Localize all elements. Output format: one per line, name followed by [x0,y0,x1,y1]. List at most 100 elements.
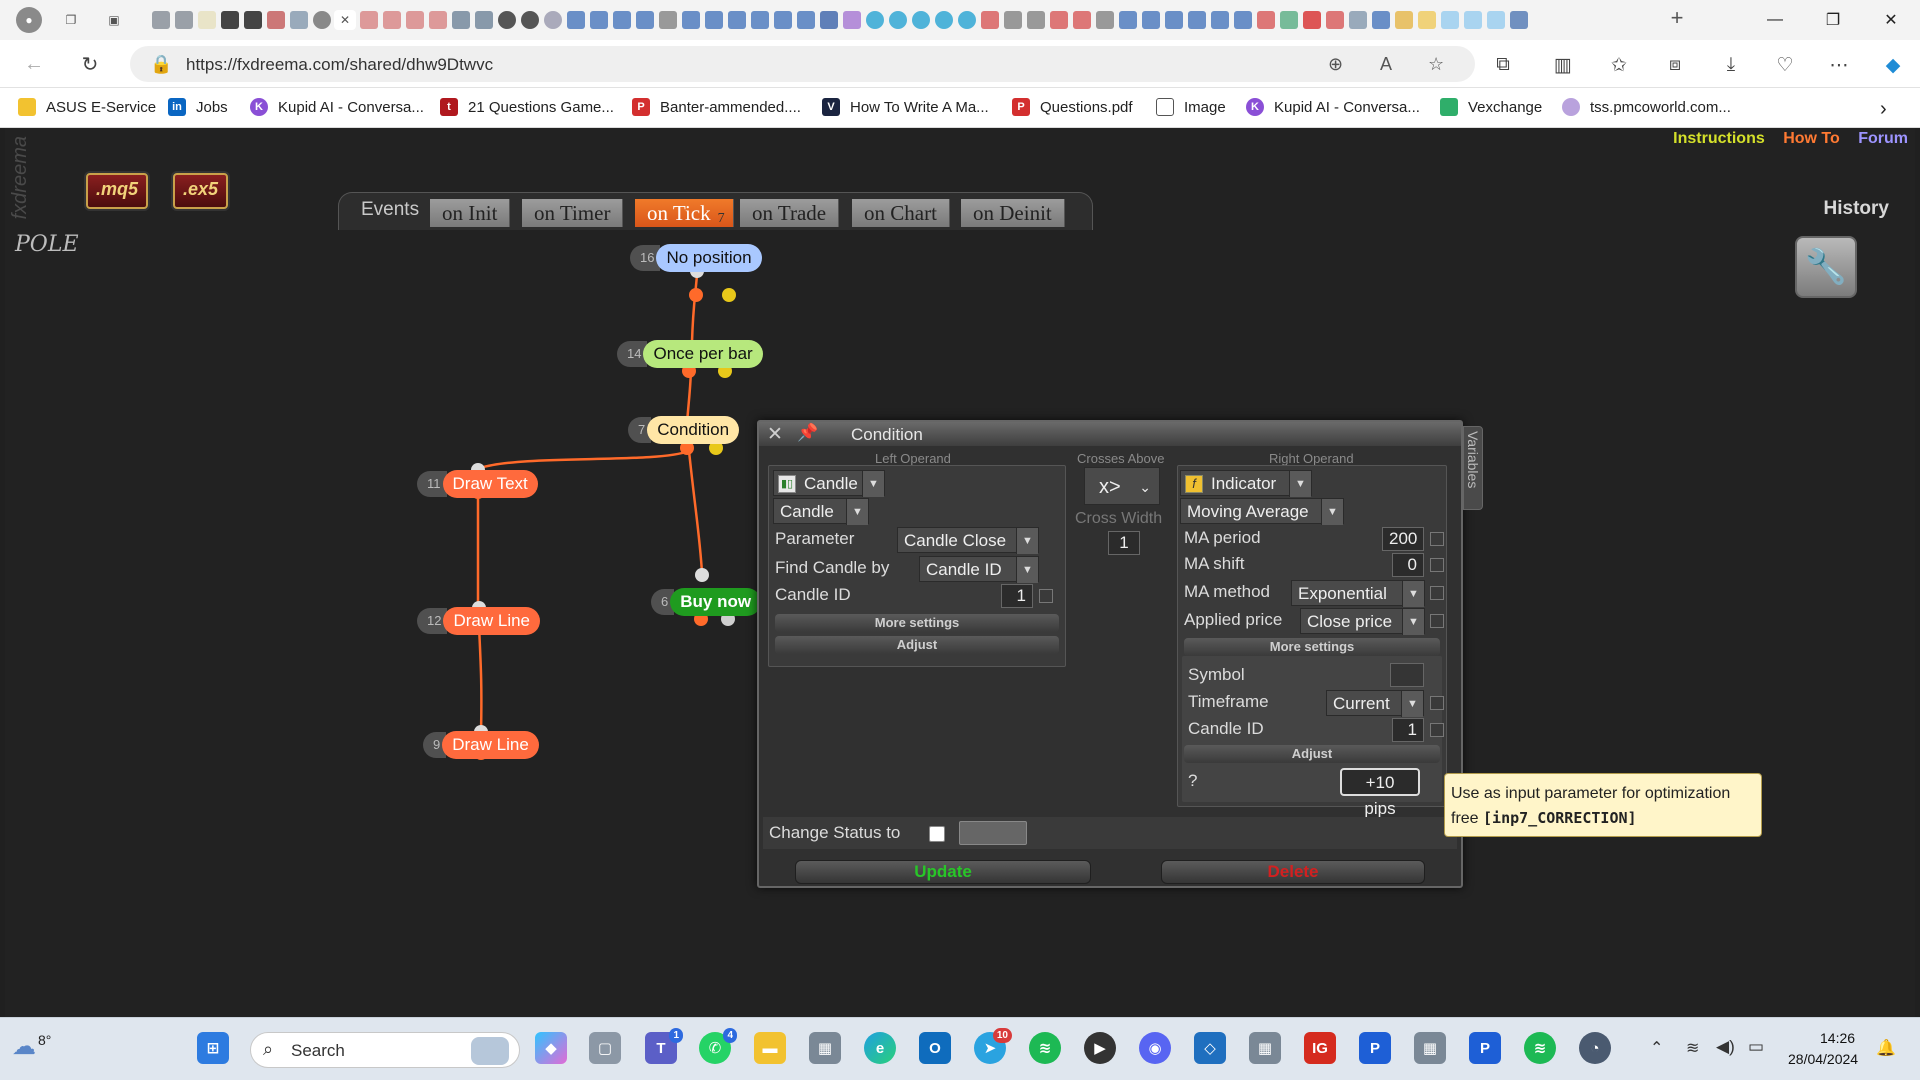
outlook-icon[interactable]: O [919,1032,951,1064]
tab-favicon[interactable] [911,11,930,29]
bookmark-item[interactable]: in Jobs [168,98,228,116]
applied-price-dropdown[interactable]: Close price ▼ [1300,608,1425,635]
bookmark-item[interactable]: P Questions.pdf [1012,98,1133,116]
tab-favicon[interactable] [1279,11,1298,29]
taskbar-search[interactable]: ⌕ Search [250,1032,520,1068]
tab-favicon[interactable] [151,11,170,29]
bookmark-item[interactable]: Image [1156,98,1226,116]
close-button[interactable]: ✕ [1862,0,1920,40]
tab-favicon[interactable] [197,11,216,29]
tab-favicon[interactable] [934,11,953,29]
block-once-per-bar[interactable]: 14 Once per bar [617,340,763,368]
tab-favicon[interactable] [474,11,493,29]
refresh-icon[interactable]: ↻ [74,48,106,80]
file-explorer-icon[interactable]: ▬ [754,1032,786,1064]
tab-favicon[interactable] [1141,11,1160,29]
left-more-settings-button[interactable]: More settings [775,614,1059,632]
bookmark-item[interactable]: K Kupid AI - Conversa... [1246,98,1420,116]
wifi-icon[interactable]: ≋ [1686,1038,1699,1058]
read-aloud-icon[interactable]: A [1380,54,1392,75]
tab-actions-icon[interactable]: ▣ [104,10,124,30]
tab-favicon[interactable] [1302,11,1321,29]
ma-shift-optimize-checkbox[interactable] [1430,558,1444,572]
history-link[interactable]: History [1824,198,1889,220]
tab-close-icon[interactable]: ✕ [334,10,356,30]
lock-icon[interactable]: 🔒 [150,54,172,75]
profile-icon[interactable]: ● [16,7,42,33]
right-adjust-button[interactable]: Adjust [1184,745,1440,763]
new-tab-icon[interactable]: + [1667,5,1687,30]
teams-icon[interactable]: T1 [645,1028,683,1064]
tab-favicon[interactable] [589,11,608,29]
tab-favicon[interactable] [658,11,677,29]
left-candle-id-optimize-checkbox[interactable] [1039,589,1053,603]
bookmark-item[interactable]: V How To Write A Ma... [822,98,989,116]
spotify-icon[interactable]: ≋ [1524,1032,1556,1064]
url-field[interactable]: 🔒 https://fxdreema.com/shared/dhw9Dtwvc … [130,46,1475,82]
app-icon[interactable]: ▦ [1414,1032,1446,1064]
variables-tab[interactable]: Variables [1463,426,1483,510]
extensions-icon[interactable]: ⧉ [1490,52,1516,78]
bookmark-item[interactable]: tss.pmcoworld.com... [1562,98,1731,116]
tab-favicon[interactable] [1118,11,1137,29]
tab-favicon[interactable] [566,11,585,29]
tab-favicon[interactable] [865,11,884,29]
dialog-titlebar[interactable]: ✕ 📌 Condition [759,422,1461,446]
tab-favicon[interactable] [266,11,285,29]
left-type-dropdown[interactable]: ▮▯ Candle ▼ [773,470,885,497]
ma-shift-input[interactable]: 0 [1392,553,1424,577]
timeframe-optimize-checkbox[interactable] [1430,696,1444,710]
back-icon[interactable]: ← [18,48,50,80]
tab-favicon[interactable] [750,11,769,29]
bookmark-item[interactable]: ASUS E-Service [18,98,156,116]
tab-favicon[interactable] [1325,11,1344,29]
tab-favicon[interactable] [1394,11,1413,29]
volume-icon[interactable]: ◀) [1716,1037,1735,1057]
tab-favicon[interactable] [1486,11,1505,29]
tab-favicon[interactable] [1233,11,1252,29]
mq5-button[interactable]: .mq5 [86,173,149,209]
left-candle-id-input[interactable]: 1 [1001,584,1033,608]
workspaces-icon[interactable]: ❐ [61,10,81,30]
find-candle-dropdown[interactable]: Candle ID ▼ [919,556,1039,583]
tab-favicon[interactable] [451,11,470,29]
vscode-icon[interactable]: ◇ [1194,1032,1226,1064]
wrench-icon[interactable]: 🔧 [1795,236,1857,298]
downloads-icon[interactable]: ⤓ [1718,52,1744,78]
tab-favicon[interactable] [727,11,746,29]
symbol-input[interactable] [1390,663,1424,687]
howto-link[interactable]: How To [1783,130,1840,147]
instructions-link[interactable]: Instructions [1673,130,1765,147]
bookmark-item[interactable]: P Banter-ammended.... [632,98,801,116]
tab-favicon[interactable] [1371,11,1390,29]
block-draw-line-9[interactable]: 9 Draw Line [423,731,539,759]
timeframe-dropdown[interactable]: Current ▼ [1326,690,1424,717]
favorites-icon[interactable]: ✩ [1606,52,1632,78]
bookmark-item[interactable]: t 21 Questions Game... [440,98,614,116]
tab-favicon[interactable] [773,11,792,29]
tab-on-trade[interactable]: on Trade [740,199,840,227]
tab-favicon[interactable] [220,11,239,29]
tab-favicon[interactable] [1463,11,1482,29]
tab-favicon[interactable] [1026,11,1045,29]
tab-favicon[interactable] [704,11,723,29]
parameter-dropdown[interactable]: Candle Close ▼ [897,527,1039,554]
block-no-position[interactable]: 16 No position [630,244,762,272]
tab-favicon[interactable] [612,11,631,29]
clock-time[interactable]: 14:26 [1820,1030,1855,1046]
ig-app-icon[interactable]: IG [1304,1032,1336,1064]
ma-method-dropdown[interactable]: Exponential ▼ [1291,580,1425,607]
copilot-taskbar-icon[interactable]: ◆ [535,1032,567,1064]
operator-dropdown[interactable]: x> ⌄ [1084,467,1160,505]
tab-favicon[interactable] [819,11,838,29]
speedometer-icon[interactable]: ◔ [1579,1032,1611,1064]
tab-favicon[interactable] [1256,11,1275,29]
block-draw-line-12[interactable]: 12 Draw Line [417,607,541,635]
block-draw-text[interactable]: 11 Draw Text [417,470,538,498]
tab-favicon[interactable] [635,11,654,29]
tab-favicon[interactable] [289,11,308,29]
browser-essentials-icon[interactable]: ♡ [1772,52,1798,78]
tab-favicon[interactable] [1095,11,1114,29]
weather-widget[interactable]: ☁ 8° [12,1032,51,1061]
ma-period-input[interactable]: 200 [1382,527,1424,551]
